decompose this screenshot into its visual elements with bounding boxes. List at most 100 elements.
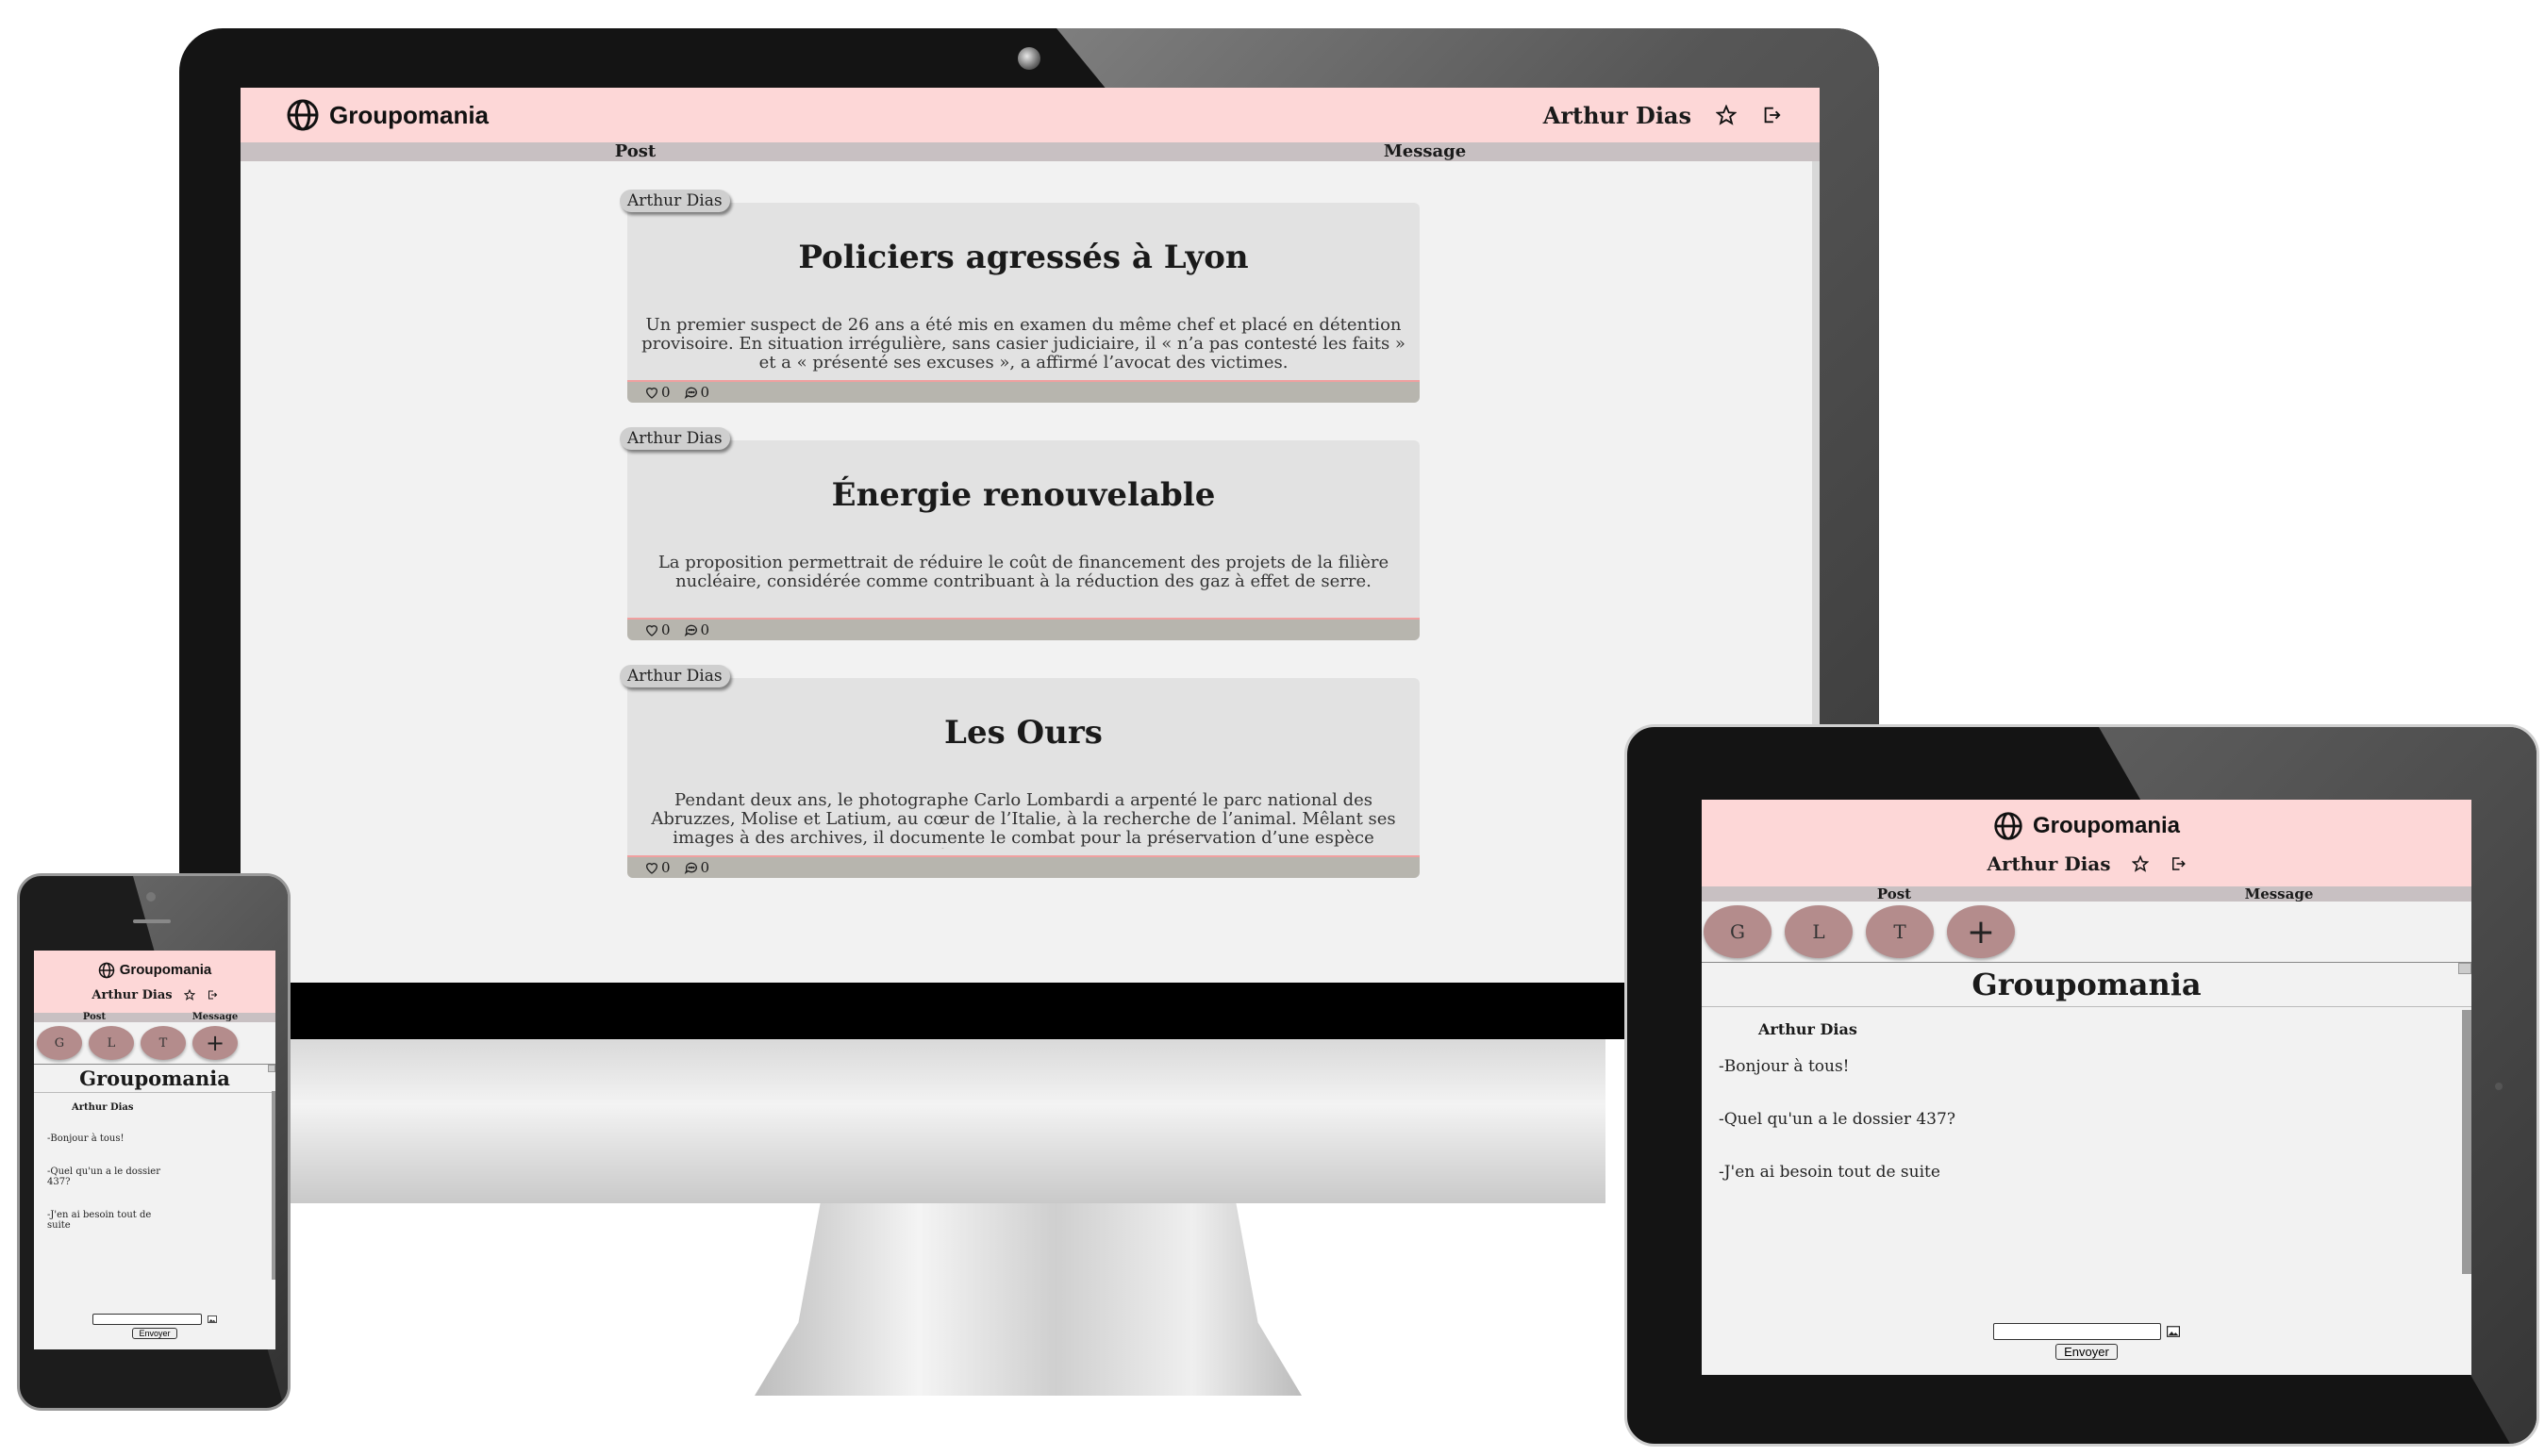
comment-icon xyxy=(684,622,699,637)
star-icon[interactable] xyxy=(2131,855,2149,872)
post-actions: 0 0 xyxy=(627,855,1420,878)
user-menu: Arthur Dias xyxy=(1987,852,2186,875)
message-composer: Envoyer xyxy=(1702,1323,2471,1360)
chat-message: -J'en ai besoin tout de suite xyxy=(1719,1163,1940,1182)
post-card[interactable]: Arthur Dias Énergie renouvelable La prop… xyxy=(620,427,1420,640)
post-body: Pendant deux ans, le photographe Carlo L… xyxy=(651,791,1396,849)
group-list: G L T + xyxy=(1702,902,2471,962)
heart-icon xyxy=(644,385,659,400)
comment-count: 0 xyxy=(700,384,710,401)
message-author: Arthur Dias xyxy=(1758,1020,1857,1038)
post-author[interactable]: Arthur Dias xyxy=(620,190,730,212)
globe-icon xyxy=(98,962,115,979)
scroll-up-button[interactable] xyxy=(2458,963,2471,974)
logout-icon[interactable] xyxy=(2170,855,2187,872)
like-count: 0 xyxy=(661,859,671,876)
tab-message[interactable]: Message xyxy=(1030,142,1820,161)
message-composer: Envoyer xyxy=(34,1314,275,1339)
chat-panel: Groupomania Arthur Dias -Bonjour à tous!… xyxy=(34,1064,275,1345)
post-feed: Arthur Dias Policiers agressés à Lyon Un… xyxy=(620,190,1420,916)
message-input[interactable] xyxy=(1993,1323,2161,1340)
chat-message: -Bonjour à tous! xyxy=(1719,1057,1850,1076)
tablet-screen: Groupomania Arthur Dias Post Message G L… xyxy=(1702,800,2471,1375)
add-group-button[interactable]: + xyxy=(1947,905,2015,958)
composer-row xyxy=(1993,1323,2180,1340)
app-header: Groupomania Arthur Dias xyxy=(1702,800,2471,886)
post-author[interactable]: Arthur Dias xyxy=(620,427,730,450)
post-title: Les Ours xyxy=(944,714,1103,752)
chat-message: -Quel qu'un a le dossier 437? xyxy=(1719,1110,1955,1129)
heart-icon xyxy=(644,622,659,637)
phone-screen: Groupomania Arthur Dias Post Message G L… xyxy=(34,951,275,1349)
heart-icon xyxy=(644,860,659,875)
brand-name: Groupomania xyxy=(119,962,212,978)
comment-button[interactable]: 0 xyxy=(684,384,710,401)
chat-scrollbar[interactable] xyxy=(272,1091,275,1280)
chat-message: -Quel qu'un a le dossier 437? xyxy=(47,1166,160,1187)
send-button[interactable]: Envoyer xyxy=(132,1328,177,1339)
group-button[interactable]: T xyxy=(1866,905,1934,958)
group-button[interactable]: L xyxy=(1785,905,1853,958)
tab-message[interactable]: Message xyxy=(155,1013,275,1022)
desktop-screen: Groupomania Arthur Dias Post Message Art… xyxy=(241,88,1820,983)
tab-post[interactable]: Post xyxy=(34,1013,155,1022)
tab-post[interactable]: Post xyxy=(1702,886,2087,902)
chat-panel: Groupomania Arthur Dias -Bonjour à tous!… xyxy=(1702,962,2471,1367)
comment-icon xyxy=(684,385,699,400)
tablet-camera xyxy=(2495,1083,2503,1090)
scroll-up-button[interactable] xyxy=(268,1065,275,1072)
like-count: 0 xyxy=(661,621,671,638)
app-header: Groupomania Arthur Dias xyxy=(34,951,275,1013)
post-title: Policiers agressés à Lyon xyxy=(798,239,1249,276)
group-button[interactable]: G xyxy=(1704,905,1772,958)
brand[interactable]: Groupomania xyxy=(1993,811,2180,841)
star-icon[interactable] xyxy=(1716,105,1737,125)
post-author[interactable]: Arthur Dias xyxy=(620,665,730,687)
brand-name: Groupomania xyxy=(329,100,490,129)
chat-message: -Bonjour à tous! xyxy=(47,1133,125,1144)
brand[interactable]: Groupomania xyxy=(286,98,489,132)
comment-button[interactable]: 0 xyxy=(684,621,710,638)
comment-count: 0 xyxy=(700,859,710,876)
monitor-chin xyxy=(283,1039,1605,1203)
comment-icon xyxy=(684,860,699,875)
chat-message: -J'en ai besoin tout de suite xyxy=(47,1210,152,1231)
comment-button[interactable]: 0 xyxy=(684,859,710,876)
user-name[interactable]: Arthur Dias xyxy=(91,988,172,1002)
main-nav: Post Message xyxy=(241,142,1820,161)
star-icon[interactable] xyxy=(183,989,195,1001)
phone-frame: Groupomania Arthur Dias Post Message G L… xyxy=(17,873,291,1411)
globe-icon xyxy=(286,98,320,132)
message-input[interactable] xyxy=(92,1314,202,1325)
like-button[interactable]: 0 xyxy=(644,384,671,401)
group-button[interactable]: G xyxy=(37,1026,82,1060)
main-nav: Post Message xyxy=(34,1013,275,1022)
app-header: Groupomania Arthur Dias xyxy=(241,88,1820,142)
brand[interactable]: Groupomania xyxy=(98,962,212,979)
post-body: La proposition permettrait de réduire le… xyxy=(657,554,1389,591)
group-button[interactable]: T xyxy=(141,1026,186,1060)
user-name[interactable]: Arthur Dias xyxy=(1543,102,1691,129)
like-button[interactable]: 0 xyxy=(644,859,671,876)
logout-icon[interactable] xyxy=(207,989,218,1001)
tab-message[interactable]: Message xyxy=(2087,886,2471,902)
user-name[interactable]: Arthur Dias xyxy=(1987,852,2110,875)
logout-icon[interactable] xyxy=(1761,105,1782,125)
group-button[interactable]: L xyxy=(89,1026,134,1060)
chat-title: Groupomania xyxy=(1702,963,2471,1007)
image-icon[interactable] xyxy=(2167,1326,2180,1337)
send-button[interactable]: Envoyer xyxy=(2055,1344,2118,1360)
chat-scrollbar[interactable] xyxy=(2462,1010,2471,1274)
image-icon[interactable] xyxy=(208,1315,217,1323)
message-author: Arthur Dias xyxy=(72,1102,134,1113)
add-group-button[interactable]: + xyxy=(192,1026,238,1060)
post-body: Un premier suspect de 26 ans a été mis e… xyxy=(641,316,1406,372)
post-actions: 0 0 xyxy=(627,618,1420,640)
comment-count: 0 xyxy=(700,621,710,638)
like-button[interactable]: 0 xyxy=(644,621,671,638)
tab-post[interactable]: Post xyxy=(241,142,1030,161)
monitor-stand xyxy=(755,1203,1302,1396)
post-card[interactable]: Arthur Dias Policiers agressés à Lyon Un… xyxy=(620,190,1420,403)
post-card[interactable]: Arthur Dias Les Ours Pendant deux ans, l… xyxy=(620,665,1420,878)
globe-icon xyxy=(1993,811,2023,841)
